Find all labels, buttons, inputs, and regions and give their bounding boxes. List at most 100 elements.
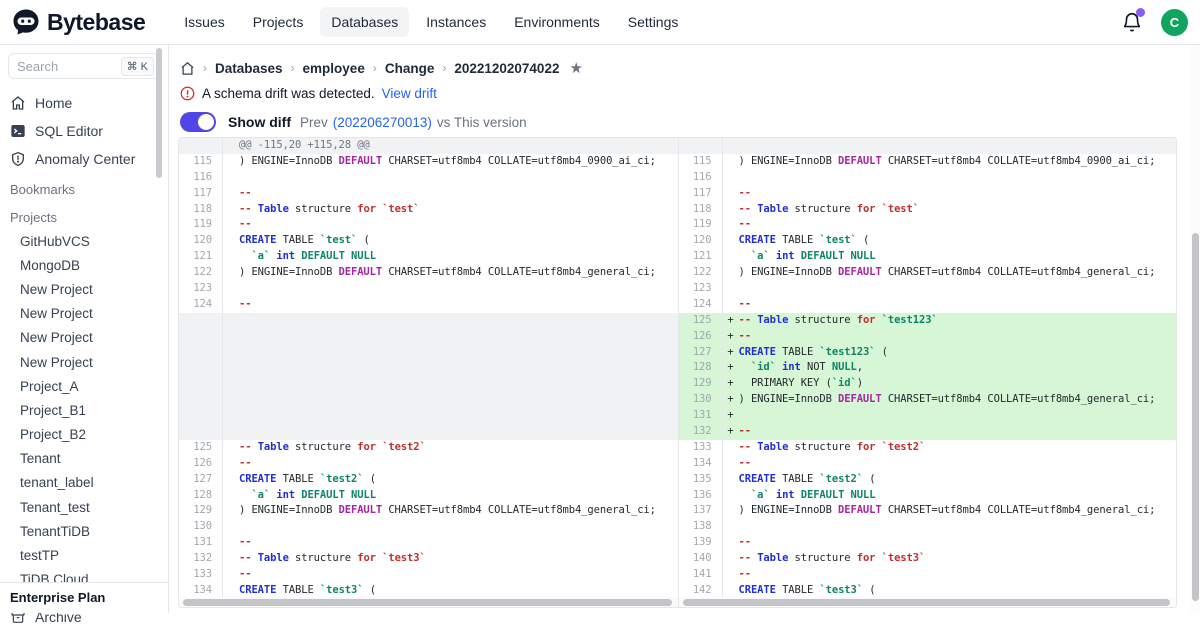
breadcrumb-separator: ›	[373, 61, 377, 75]
nav-item-issues[interactable]: Issues	[173, 7, 235, 37]
line-number	[179, 408, 223, 424]
view-drift-link[interactable]: View drift	[382, 86, 437, 101]
code-line: -- Table structure for `test3`	[739, 551, 1177, 567]
sidebar-project-item[interactable]: Project_B2	[0, 423, 168, 447]
prev-version-link[interactable]: (202206270013)	[333, 115, 432, 130]
line-number: 129	[679, 376, 723, 392]
diff-rows-previous: @@ -115,20 +115,28 @@115) ENGINE=InnoDB …	[179, 138, 678, 597]
diff-sign	[723, 583, 739, 597]
line-number: 120	[179, 233, 223, 249]
diff-sign: +	[723, 408, 739, 424]
diff-sign	[723, 519, 739, 535]
diff-sign	[723, 186, 739, 202]
diff-row-left	[179, 392, 678, 408]
nav-item-environments[interactable]: Environments	[503, 7, 611, 37]
sidebar-scrollbar-thumb[interactable]	[156, 48, 162, 178]
diff-row-right-120: 120CREATE TABLE `test` (	[679, 233, 1177, 249]
sidebar-item-label: Anomaly Center	[35, 151, 135, 167]
breadcrumb-version[interactable]: 20221202074022	[454, 61, 559, 76]
code-line	[239, 313, 678, 329]
nav-item-settings[interactable]: Settings	[617, 7, 690, 37]
breadcrumb-separator: ›	[442, 61, 446, 75]
nav-item-projects[interactable]: Projects	[242, 7, 315, 37]
sidebar-section-projects: Projects	[0, 201, 168, 229]
diff-sign	[223, 583, 239, 597]
show-diff-toggle[interactable]	[180, 112, 216, 132]
diff-sign	[223, 503, 239, 519]
diff-sign: +	[723, 424, 739, 440]
sidebar-scrollbar[interactable]	[156, 48, 162, 588]
search-input[interactable]	[17, 59, 121, 74]
sidebar-project-item[interactable]: GitHubVCS	[0, 229, 168, 253]
line-number: 115	[179, 154, 223, 170]
nav-item-instances[interactable]: Instances	[415, 7, 497, 37]
sidebar-project-item[interactable]: New Project	[0, 326, 168, 350]
code-line: --	[739, 329, 1177, 345]
diff-row-right-140: 140-- Table structure for `test3`	[679, 551, 1177, 567]
diff-sign	[223, 424, 239, 440]
diff-row-right-118: 118 -- Table structure for `test`	[679, 202, 1177, 218]
breadcrumb-change[interactable]: Change	[385, 61, 435, 76]
sidebar-project-item[interactable]: Tenant	[0, 447, 168, 471]
diff-hscrollbar-left-thumb[interactable]	[183, 599, 672, 606]
anomaly-center-icon	[10, 151, 26, 167]
diff-row-left-118: 118-- Table structure for `test`	[179, 202, 678, 218]
diff-rows-current: 115) ENGINE=InnoDB DEFAULT CHARSET=utf8m…	[679, 138, 1177, 597]
sidebar-item-anomaly-center[interactable]: Anomaly Center	[0, 145, 168, 173]
sidebar-project-item[interactable]: Project_A	[0, 374, 168, 398]
page-scrollbar[interactable]	[1190, 45, 1200, 613]
breadcrumb-employee[interactable]: employee	[303, 61, 365, 76]
breadcrumb-databases[interactable]: Databases	[215, 61, 283, 76]
notifications-button[interactable]	[1121, 11, 1143, 33]
code-line: -- Table structure for `test2`	[239, 440, 678, 456]
diff-row-left	[179, 424, 678, 440]
line-number: 123	[679, 281, 723, 297]
line-number	[179, 376, 223, 392]
diff-row-left	[179, 345, 678, 361]
diff-sign: +	[723, 313, 739, 329]
sidebar-project-item[interactable]: Tenant_test	[0, 495, 168, 519]
page-scrollbar-thumb[interactable]	[1192, 233, 1199, 601]
diff-row-left-116: 116	[179, 170, 678, 186]
diff-row-left-120: 120CREATE TABLE `test` (	[179, 233, 678, 249]
code-line: --	[739, 535, 1177, 551]
nav-item-databases[interactable]: Databases	[320, 7, 409, 37]
diff-row-right-121: 121 `a` int DEFAULT NULL	[679, 249, 1177, 265]
code-line: `id` int NOT NULL,	[739, 360, 1177, 376]
line-number: 141	[679, 567, 723, 583]
diff-hscrollbar-right-thumb[interactable]	[683, 599, 1171, 606]
bytebase-logo[interactable]: Bytebase	[12, 8, 145, 36]
sidebar-item-home[interactable]: Home	[0, 89, 168, 117]
sidebar-project-item[interactable]: tenant_label	[0, 471, 168, 495]
diff-row-right-132: 132+--	[679, 424, 1177, 440]
diff-row-right-123: 123	[679, 281, 1177, 297]
line-number: 124	[679, 297, 723, 313]
code-line: --	[239, 297, 678, 313]
code-line: -- Table structure for `test`	[739, 202, 1177, 218]
sidebar-project-item[interactable]: New Project	[0, 350, 168, 374]
diff-row-right-137: 137) ENGINE=InnoDB DEFAULT CHARSET=utf8m…	[679, 503, 1177, 519]
sidebar-item-sql-editor[interactable]: SQL Editor	[0, 117, 168, 145]
code-line: ) ENGINE=InnoDB DEFAULT CHARSET=utf8mb4 …	[739, 265, 1177, 281]
diff-row-left	[179, 360, 678, 376]
sidebar-project-item[interactable]: New Project	[0, 277, 168, 301]
line-number	[179, 329, 223, 345]
avatar[interactable]: C	[1161, 9, 1188, 36]
diff-sign	[223, 360, 239, 376]
diff-sign	[223, 233, 239, 249]
diff-row-left	[179, 329, 678, 345]
sidebar-project-item[interactable]: TenantTiDB	[0, 519, 168, 543]
diff-hscrollbar-left[interactable]	[179, 597, 678, 607]
line-number	[179, 313, 223, 329]
sidebar-project-item[interactable]: Project_B1	[0, 398, 168, 422]
diff-sign	[223, 376, 239, 392]
sidebar-project-item[interactable]: New Project	[0, 302, 168, 326]
diff-hscrollbar-right[interactable]	[679, 597, 1177, 607]
search-box[interactable]: ⌘ K	[8, 53, 160, 79]
sidebar-project-item[interactable]: testTP	[0, 543, 168, 567]
line-number: 118	[679, 202, 723, 218]
diff-sign	[723, 440, 739, 456]
bookmark-star-icon[interactable]: ★	[569, 59, 582, 77]
sidebar-project-item[interactable]: MongoDB	[0, 253, 168, 277]
home-icon[interactable]	[180, 61, 195, 76]
